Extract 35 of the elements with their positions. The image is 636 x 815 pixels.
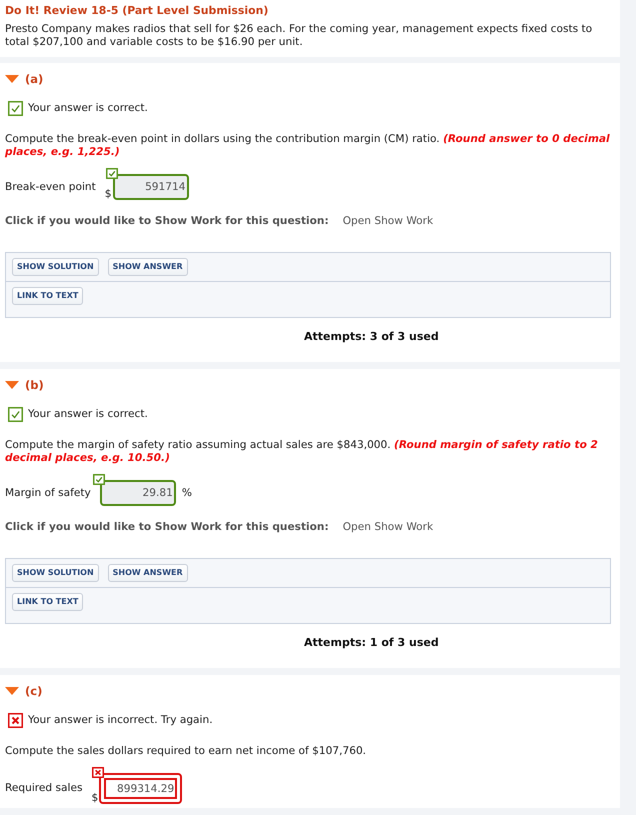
panel-button[interactable]: SHOW ANSWER bbox=[108, 258, 188, 276]
cross-icon bbox=[92, 767, 104, 778]
currency-symbol: $ bbox=[104, 189, 112, 200]
currency-symbol: $ bbox=[92, 793, 98, 804]
show-work-prompt: Click if you would like to Show Work for this question: bbox=[5, 521, 329, 534]
open-show-work-link[interactable]: Open Show Work bbox=[342, 521, 434, 534]
part-toggle[interactable]: (b) bbox=[5, 378, 44, 392]
part-toggle[interactable]: (a) bbox=[5, 72, 44, 86]
answer-field[interactable]: 899314.29 bbox=[99, 773, 182, 804]
page-title: Do It! Review 18-5 (Part Level Submission) bbox=[5, 4, 270, 18]
panel-button[interactable]: LINK TO TEXT bbox=[12, 593, 84, 611]
attempts-count: Attempts: 3 of 3 used bbox=[304, 330, 440, 344]
check-icon bbox=[106, 168, 118, 179]
attempts-count: Attempts: 1 of 3 used bbox=[304, 636, 440, 650]
field-label: Required sales bbox=[5, 782, 83, 795]
unit-label: % bbox=[182, 486, 192, 500]
result-message: Your answer is incorrect. Try again. bbox=[28, 714, 213, 727]
answer-field[interactable]: 29.81 bbox=[100, 480, 176, 506]
question-text: Compute the sales dollars required to earn net income of $107,760. bbox=[5, 745, 368, 758]
show-work-prompt: Click if you would like to Show Work for this question: bbox=[5, 215, 329, 228]
panel-button[interactable]: SHOW ANSWER bbox=[108, 564, 188, 582]
problem-text: Presto Company makes radios that sell for $26 each. For the coming year, management expects fixed costs to total $207,100 and variable costs to be $16.90 per unit. bbox=[5, 23, 594, 49]
result-message: Your answer is correct. bbox=[28, 408, 148, 421]
field-label: Margin of safety bbox=[5, 486, 91, 500]
open-show-work-link[interactable]: Open Show Work bbox=[342, 215, 434, 228]
panel-button[interactable]: SHOW SOLUTION bbox=[12, 564, 99, 582]
question-text: Compute the break-even point in dollars using the contribution margin (CM) ratio. (Round answer to 0 decimal places, e.g. 1,225.) bbox=[5, 133, 611, 159]
panel-button[interactable]: SHOW SOLUTION bbox=[12, 258, 99, 276]
result-message: Your answer is correct. bbox=[28, 102, 148, 115]
panel-button[interactable]: LINK TO TEXT bbox=[12, 287, 84, 305]
question-text: Compute the margin of safety ratio assuming actual sales are $843,000. (Round margin of safety ratio to 2 decimal places, e.g. 10.50.) bbox=[5, 439, 599, 465]
check-icon bbox=[92, 474, 105, 485]
field-label: Break-even point bbox=[5, 180, 96, 194]
answer-field[interactable]: 591714 bbox=[112, 174, 189, 200]
part-toggle[interactable]: (c) bbox=[5, 684, 42, 698]
